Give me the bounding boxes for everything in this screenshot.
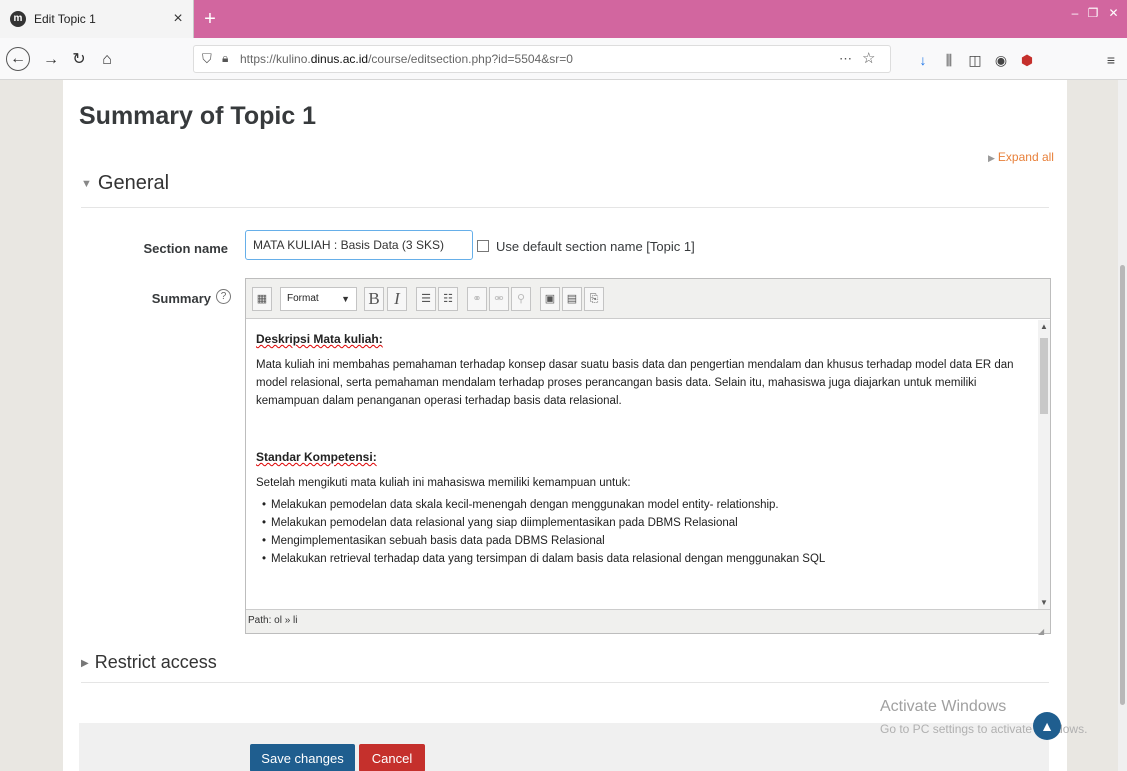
- editor-heading-competence: Standar Kompetensi:: [256, 450, 377, 464]
- resize-grip-icon[interactable]: ◢: [1038, 621, 1048, 636]
- adblock-icon[interactable]: ⬢: [1016, 49, 1038, 71]
- help-icon[interactable]: ?: [216, 289, 231, 304]
- library-icon[interactable]: ⫼: [938, 49, 960, 71]
- editor-content-area[interactable]: Deskripsi Mata kuliah: Mata kuliah ini m…: [246, 320, 1038, 609]
- maximize-window-icon[interactable]: ❐: [1086, 4, 1100, 22]
- caret-right-icon: ▶: [988, 153, 995, 163]
- summary-editor: ▦ Format ▼ B I ☰ ☷ ⚭ ⚮ ⚲ ▣ ▤ ⎘ Deskripsi …: [245, 278, 1051, 636]
- unlink-icon[interactable]: ⚮: [489, 287, 509, 311]
- url-text[interactable]: https://kulino.dinus.ac.id/course/editse…: [240, 52, 573, 66]
- link-icon[interactable]: ⚭: [467, 287, 487, 311]
- section-name-input[interactable]: [245, 230, 473, 260]
- toolbar-toggle-icon[interactable]: ▦: [252, 287, 272, 311]
- minimize-window-icon[interactable]: –: [1068, 4, 1082, 22]
- image-icon[interactable]: ▣: [540, 287, 560, 311]
- scroll-down-icon[interactable]: ▼: [1040, 598, 1048, 607]
- restrict-access-header[interactable]: ▶ Restrict access: [81, 652, 217, 673]
- editor-path-bar: Path: ol » li ◢: [246, 609, 1050, 636]
- reload-icon[interactable]: ↻: [68, 49, 90, 71]
- anchor-icon[interactable]: ⚲: [511, 287, 531, 311]
- sidebar-icon[interactable]: ◫: [964, 49, 986, 71]
- activate-windows-watermark: Activate Windows: [880, 698, 1007, 715]
- use-default-label: Use default section name [Topic 1]: [496, 239, 695, 254]
- scroll-to-top-button[interactable]: ▲: [1033, 712, 1061, 740]
- close-tab-icon[interactable]: ×: [169, 10, 187, 28]
- url-bar[interactable]: ⛉ 🔒︎ https://kulino.dinus.ac.id/course/e…: [193, 45, 891, 73]
- media-icon[interactable]: ▤: [562, 287, 582, 311]
- caret-right-icon: ▶: [81, 658, 89, 669]
- editor-scrollbar[interactable]: ▲ ▼: [1038, 320, 1050, 609]
- back-icon[interactable]: ←: [6, 47, 30, 71]
- competence-list: Melakukan pemodelan data skala kecil-men…: [256, 496, 1028, 568]
- page-background: Summary of Topic 1 ▶ Expand all ▼ General …: [0, 80, 1127, 771]
- save-changes-button[interactable]: Save changes: [250, 744, 355, 771]
- close-window-icon[interactable]: ✕: [1100, 4, 1127, 22]
- editor-heading-description: Deskripsi Mata kuliah:: [256, 332, 383, 346]
- numbered-list-icon[interactable]: ☷: [438, 287, 458, 311]
- expand-all-link[interactable]: ▶ Expand all: [988, 150, 1054, 164]
- format-select[interactable]: Format ▼: [280, 287, 357, 311]
- page-scrollbar[interactable]: [1118, 80, 1127, 771]
- home-icon[interactable]: ⌂: [96, 49, 118, 71]
- section-name-label: Section name: [143, 241, 228, 256]
- scroll-up-icon[interactable]: ▲: [1040, 322, 1048, 331]
- divider: [81, 682, 1049, 683]
- summary-label: Summary: [151, 291, 211, 306]
- tracking-shield-icon[interactable]: ⛉: [202, 51, 212, 67]
- list-item: Mengimplementasikan sebuah basis data pa…: [262, 532, 1028, 550]
- forward-icon[interactable]: →: [40, 49, 62, 71]
- new-tab-icon[interactable]: +: [200, 9, 220, 29]
- page-scroll-thumb[interactable]: [1120, 265, 1125, 705]
- divider: [81, 207, 1049, 208]
- tab-title: Edit Topic 1: [34, 12, 96, 26]
- list-item: Melakukan pemodelan data skala kecil-men…: [262, 496, 1028, 514]
- page-actions-icon[interactable]: ⋯: [839, 51, 852, 67]
- general-section-header[interactable]: ▼ General: [81, 172, 169, 195]
- page-title: Summary of Topic 1: [79, 102, 317, 130]
- editor-paragraph-description: Mata kuliah ini membahas pemahaman terha…: [256, 359, 1014, 407]
- editor-scroll-thumb[interactable]: [1040, 338, 1048, 414]
- download-icon[interactable]: ↓: [912, 49, 934, 71]
- chevron-down-icon: ▼: [341, 294, 350, 304]
- use-default-checkbox[interactable]: [477, 240, 489, 252]
- italic-icon[interactable]: I: [387, 287, 407, 311]
- extension-icon[interactable]: ◉: [990, 49, 1012, 71]
- manage-files-icon[interactable]: ⎘: [584, 287, 604, 311]
- editor-paragraph-intro: Setelah mengikuti mata kuliah ini mahasi…: [256, 477, 631, 489]
- editor-path: Path: ol » li: [248, 615, 298, 626]
- lock-icon[interactable]: 🔒︎: [222, 51, 228, 66]
- cancel-button[interactable]: Cancel: [359, 744, 425, 771]
- main-content: Summary of Topic 1 ▶ Expand all ▼ General …: [63, 80, 1087, 771]
- menu-icon[interactable]: ≡: [1100, 49, 1122, 71]
- bookmark-star-icon[interactable]: ☆: [862, 49, 875, 67]
- browser-tab[interactable]: m Edit Topic 1 ×: [0, 0, 194, 38]
- bold-icon[interactable]: B: [364, 287, 384, 311]
- bullet-list-icon[interactable]: ☰: [416, 287, 436, 311]
- caret-down-icon: ▼: [81, 178, 92, 190]
- moodle-favicon-icon: m: [10, 11, 26, 27]
- editor-toolbar: ▦ Format ▼ B I ☰ ☷ ⚭ ⚮ ⚲ ▣ ▤ ⎘: [246, 279, 1050, 319]
- browser-tab-bar: m Edit Topic 1 × + – ❐ ✕: [0, 0, 1127, 38]
- list-item: Melakukan pemodelan data relasional yang…: [262, 514, 1028, 532]
- browser-nav-bar: ← → ↻ ⌂ ⛉ 🔒︎ https://kulino.dinus.ac.id/…: [0, 38, 1127, 80]
- list-item: Melakukan retrieval terhadap data yang t…: [262, 550, 1028, 568]
